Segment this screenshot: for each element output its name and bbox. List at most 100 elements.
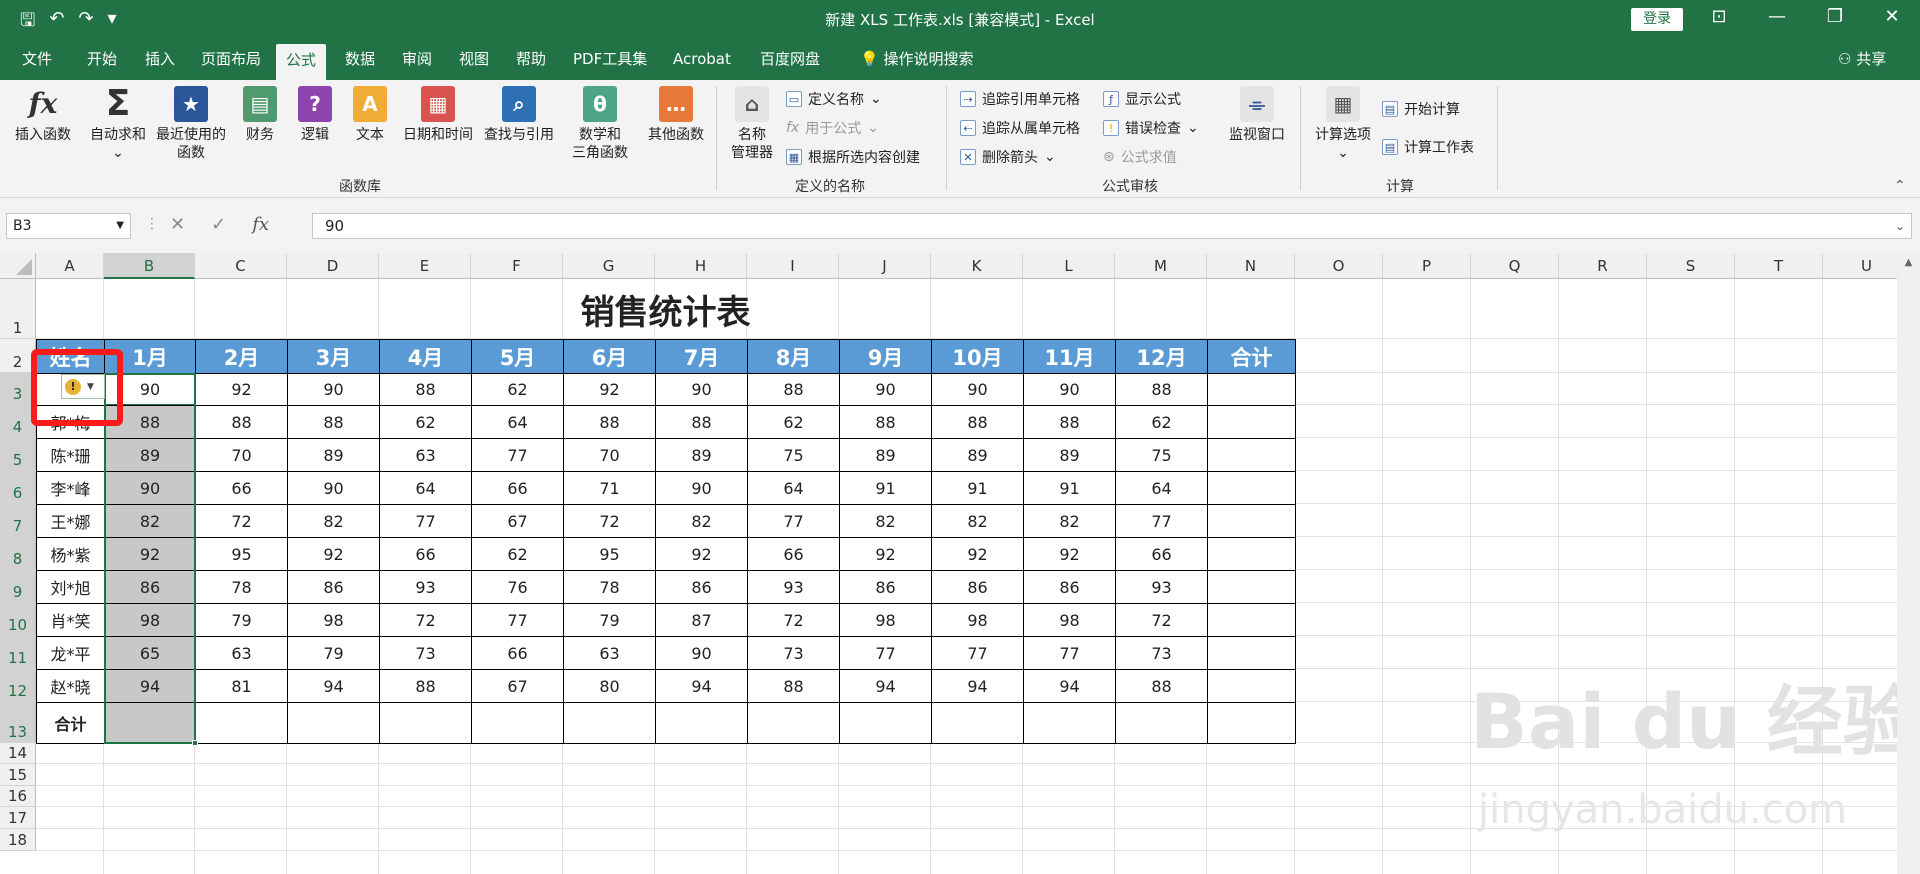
data-cell[interactable]: 92 [104, 537, 196, 571]
data-cell[interactable]: 64 [379, 471, 472, 505]
name-cell[interactable]: 王*娜 [36, 504, 105, 538]
scroll-up-icon[interactable]: ▲ [1897, 257, 1920, 268]
data-cell[interactable]: 79 [563, 603, 656, 637]
data-cell[interactable]: 93 [1115, 570, 1208, 604]
column-header[interactable]: D [287, 253, 379, 279]
column-header[interactable]: Q [1471, 253, 1559, 279]
data-cell[interactable]: 73 [379, 636, 472, 670]
data-cell[interactable]: 76 [471, 570, 564, 604]
data-cell[interactable]: 93 [379, 570, 472, 604]
data-cell[interactable]: 89 [931, 438, 1024, 472]
column-header[interactable]: F [471, 253, 563, 279]
header-cell[interactable]: 2月 [195, 339, 288, 374]
tab-data[interactable]: 数据 [335, 38, 385, 80]
column-header[interactable]: O [1295, 253, 1383, 279]
data-cell[interactable]: 82 [104, 504, 196, 538]
calculate-now-button[interactable]: ▤ 开始计算 [1382, 98, 1460, 120]
data-cell[interactable]: 92 [839, 537, 932, 571]
data-cell[interactable]: 86 [931, 570, 1024, 604]
data-cell[interactable]: 95 [195, 537, 288, 571]
header-cell[interactable]: 10月 [931, 339, 1024, 374]
data-cell[interactable]: 82 [931, 504, 1024, 538]
name-manager-button[interactable]: ⌂ 名称 管理器 [726, 86, 778, 162]
data-cell[interactable]: 64 [1115, 471, 1208, 505]
header-cell[interactable]: 12月 [1115, 339, 1208, 374]
name-cell[interactable]: 杨*紫 [36, 537, 105, 571]
data-cell[interactable]: 98 [104, 603, 196, 637]
column-header[interactable]: L [1023, 253, 1115, 279]
data-cell[interactable]: 91 [931, 471, 1024, 505]
data-cell[interactable]: 94 [655, 669, 748, 703]
data-cell[interactable]: 98 [839, 603, 932, 637]
data-cell[interactable]: 90 [287, 471, 380, 505]
row-header[interactable]: 11 [0, 636, 36, 669]
tab-help[interactable]: 帮助 [506, 38, 556, 80]
data-cell[interactable]: 89 [287, 438, 380, 472]
name-cell[interactable]: 龙*平 [36, 636, 105, 670]
total-cell[interactable] [655, 702, 748, 744]
data-cell[interactable]: 72 [1115, 603, 1208, 637]
data-cell[interactable]: 89 [104, 438, 196, 472]
data-cell[interactable]: 90 [1023, 373, 1116, 406]
data-cell[interactable]: 89 [839, 438, 932, 472]
data-cell[interactable]: 88 [1115, 373, 1208, 406]
logical-button[interactable]: ? 逻辑 [293, 86, 337, 144]
trace-precedents-button[interactable]: ⇢ 追踪引用单元格 [960, 88, 1080, 110]
data-cell[interactable]: 88 [655, 405, 748, 439]
total-cell[interactable] [563, 702, 656, 744]
formula-input[interactable]: 90 ⌄ [312, 213, 1912, 239]
data-cell[interactable]: 66 [471, 471, 564, 505]
data-cell[interactable]: 93 [747, 570, 840, 604]
data-cell[interactable]: 94 [839, 669, 932, 703]
data-cell[interactable]: 98 [1023, 603, 1116, 637]
data-cell[interactable]: 90 [287, 373, 380, 406]
data-cell[interactable]: 92 [195, 373, 288, 406]
close-icon[interactable]: ✕ [1877, 6, 1907, 27]
create-from-selection-button[interactable]: ▦ 根据所选内容创建 [786, 146, 920, 168]
data-cell[interactable]: 64 [471, 405, 564, 439]
data-cell[interactable]: 72 [747, 603, 840, 637]
data-cell[interactable]: 91 [1023, 471, 1116, 505]
data-cell[interactable]: 88 [839, 405, 932, 439]
data-cell[interactable]: 63 [379, 438, 472, 472]
name-box[interactable]: B3 ▼ [6, 213, 131, 239]
data-cell[interactable] [1207, 603, 1296, 637]
column-header[interactable]: S [1647, 253, 1735, 279]
data-cell[interactable]: 88 [747, 669, 840, 703]
cancel-icon[interactable]: ✕ [170, 214, 185, 235]
tab-formulas[interactable]: 公式 [276, 44, 327, 80]
total-label-cell[interactable]: 合计 [36, 702, 105, 744]
column-header[interactable]: N [1207, 253, 1295, 279]
data-cell[interactable]: 64 [747, 471, 840, 505]
chevron-down-icon[interactable]: ▼ [116, 214, 124, 238]
data-cell[interactable]: 67 [471, 504, 564, 538]
remove-arrows-button[interactable]: ✕ 删除箭头 ⌄ [960, 146, 1056, 168]
total-cell[interactable] [1207, 702, 1296, 744]
data-cell[interactable]: 88 [379, 373, 472, 406]
column-header[interactable]: J [839, 253, 931, 279]
data-cell[interactable]: 86 [104, 570, 196, 604]
data-cell[interactable]: 66 [195, 471, 288, 505]
data-cell[interactable]: 82 [839, 504, 932, 538]
fx-icon[interactable]: fx [252, 214, 269, 235]
total-cell[interactable] [839, 702, 932, 744]
data-cell[interactable]: 77 [839, 636, 932, 670]
watch-window-button[interactable]: ⌯ 监视窗口 [1224, 86, 1290, 144]
total-cell[interactable] [195, 702, 288, 744]
data-cell[interactable]: 66 [379, 537, 472, 571]
column-header[interactable]: T [1735, 253, 1823, 279]
data-cell[interactable]: 77 [1023, 636, 1116, 670]
calc-options-button[interactable]: ▦ 计算选项 ⌄ [1310, 86, 1376, 162]
tab-review[interactable]: 审阅 [392, 38, 442, 80]
data-cell[interactable]: 88 [931, 405, 1024, 439]
total-cell[interactable] [1115, 702, 1208, 744]
tab-acrobat[interactable]: Acrobat [663, 38, 741, 80]
data-cell[interactable]: 94 [931, 669, 1024, 703]
data-cell[interactable]: 90 [931, 373, 1024, 406]
calculate-sheet-button[interactable]: ▤ 计算工作表 [1382, 136, 1474, 158]
column-header[interactable]: R [1559, 253, 1647, 279]
data-cell[interactable]: 94 [1023, 669, 1116, 703]
data-cell[interactable]: 66 [471, 636, 564, 670]
row-header[interactable]: 13 [0, 702, 36, 743]
data-cell[interactable]: 98 [287, 603, 380, 637]
